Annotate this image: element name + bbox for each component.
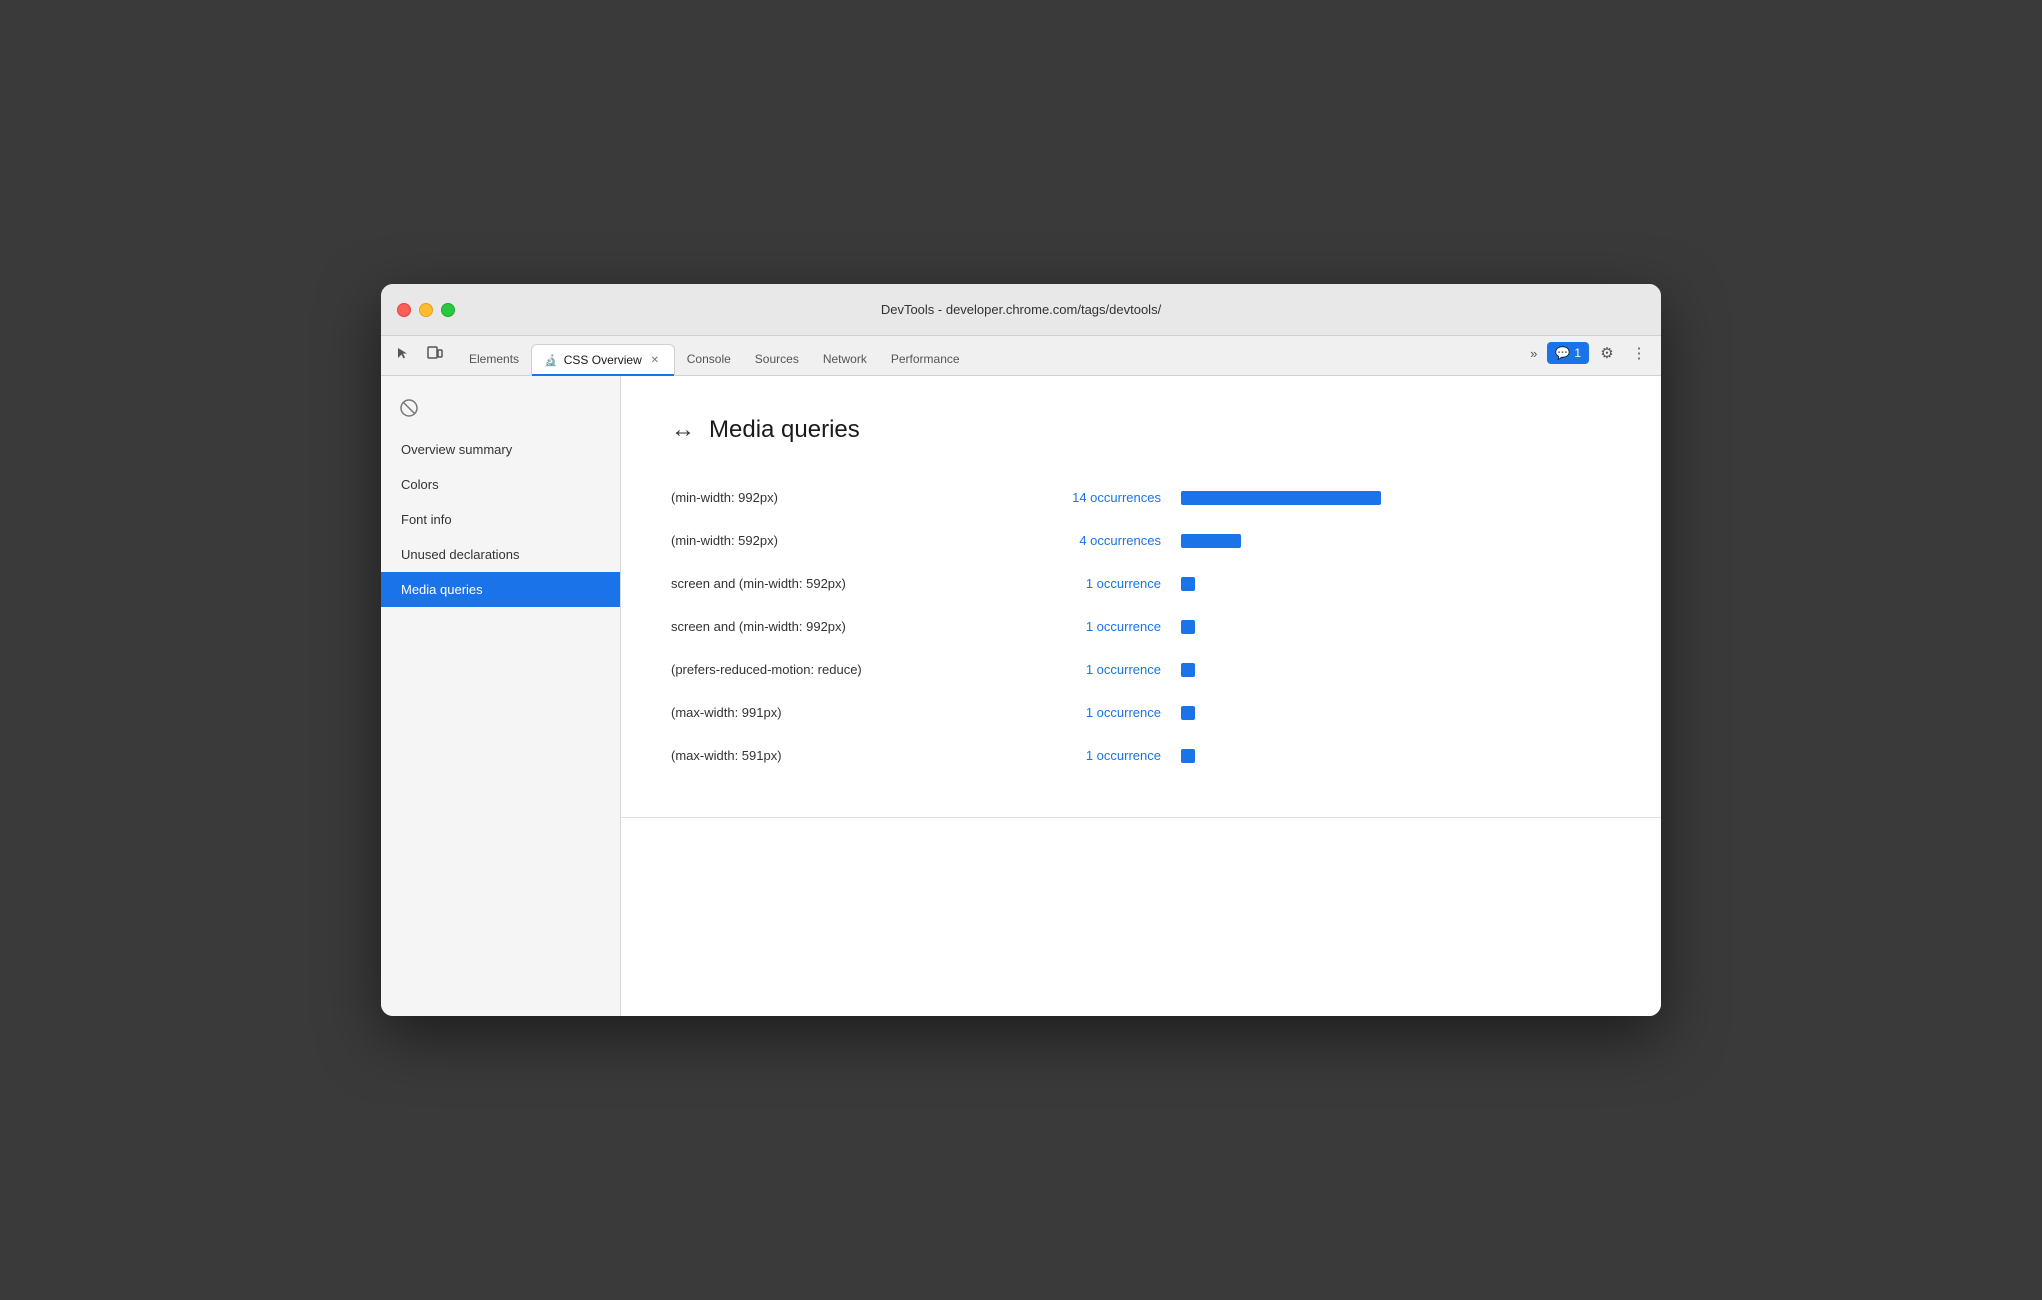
devtools-window: DevTools - developer.chrome.com/tags/dev… (381, 284, 1661, 1016)
query-occurrences[interactable]: 1 occurrence (1031, 662, 1161, 677)
tab-css-overview[interactable]: 🔬 CSS Overview ✕ (531, 344, 675, 376)
css-overview-icon: 🔬 (544, 354, 558, 367)
chat-icon: 💬 (1555, 346, 1570, 360)
query-bar-dot (1181, 620, 1195, 634)
query-bar (1181, 491, 1381, 505)
traffic-lights (397, 303, 455, 317)
toolbar-right: » 💬 1 ⚙ ⋮ (1524, 339, 1653, 375)
query-label: (prefers-reduced-motion: reduce) (671, 662, 1011, 677)
query-bar-container (1181, 491, 1611, 505)
content-inner: ↔ Media queries (min-width: 992px) 14 occ… (621, 376, 1661, 817)
query-label: screen and (min-width: 992px) (671, 619, 1011, 634)
device-toggle-icon[interactable] (421, 339, 449, 367)
maximize-button[interactable] (441, 303, 455, 317)
sidebar-item-font-info[interactable]: Font info (381, 502, 620, 537)
query-bar-dot (1181, 749, 1195, 763)
section-title: ↔ Media queries (671, 416, 1611, 444)
query-occurrences[interactable]: 1 occurrence (1031, 748, 1161, 763)
content-panel: ↔ Media queries (min-width: 992px) 14 occ… (621, 376, 1661, 1016)
tab-network[interactable]: Network (811, 343, 879, 375)
query-row: (max-width: 991px) 1 occurrence (671, 691, 1611, 734)
tab-performance[interactable]: Performance (879, 343, 972, 375)
main-content: Overview summary Colors Font info Unused… (381, 376, 1661, 1016)
query-bar (1181, 534, 1241, 548)
tab-console[interactable]: Console (675, 343, 743, 375)
sidebar: Overview summary Colors Font info Unused… (381, 376, 621, 1016)
query-row: (max-width: 591px) 1 occurrence (671, 734, 1611, 777)
sidebar-item-unused-declarations[interactable]: Unused declarations (381, 537, 620, 572)
more-menu-button[interactable]: ⋮ (1625, 339, 1653, 367)
query-row: (min-width: 592px) 4 occurrences (671, 519, 1611, 562)
close-button[interactable] (397, 303, 411, 317)
query-label: (max-width: 591px) (671, 748, 1011, 763)
query-row: (min-width: 992px) 14 occurrences (671, 476, 1611, 519)
query-row: screen and (min-width: 592px) 1 occurrenc… (671, 562, 1611, 605)
query-bar-container (1181, 749, 1611, 763)
sidebar-item-media-queries[interactable]: Media queries (381, 572, 620, 607)
sidebar-item-colors[interactable]: Colors (381, 467, 620, 502)
title-bar: DevTools - developer.chrome.com/tags/dev… (381, 284, 1661, 336)
query-bar-container (1181, 620, 1611, 634)
settings-button[interactable]: ⚙ (1593, 339, 1621, 367)
section-title-text: Media queries (709, 416, 860, 444)
query-label: (max-width: 991px) (671, 705, 1011, 720)
cursor-icon[interactable] (389, 339, 417, 367)
query-bar-dot (1181, 663, 1195, 677)
media-queries-icon: ↔ (671, 416, 695, 444)
query-bar-container (1181, 534, 1611, 548)
content-divider (621, 817, 1661, 818)
block-button[interactable] (393, 392, 425, 424)
notifications-button[interactable]: 💬 1 (1547, 342, 1589, 364)
query-row: (prefers-reduced-motion: reduce) 1 occurr… (671, 648, 1611, 691)
query-bar-container (1181, 577, 1611, 591)
tab-sources[interactable]: Sources (743, 343, 811, 375)
window-title: DevTools - developer.chrome.com/tags/dev… (881, 302, 1161, 317)
query-label: screen and (min-width: 592px) (671, 576, 1011, 591)
tab-close-button[interactable]: ✕ (648, 353, 662, 367)
tab-elements[interactable]: Elements (457, 343, 531, 375)
query-rows-container: (min-width: 992px)14 occurrences(min-wid… (671, 476, 1611, 777)
sidebar-item-overview-summary[interactable]: Overview summary (381, 432, 620, 467)
query-bar-dot (1181, 577, 1195, 591)
query-label: (min-width: 592px) (671, 533, 1011, 548)
query-occurrences[interactable]: 1 occurrence (1031, 619, 1161, 634)
query-bar-container (1181, 663, 1611, 677)
tab-bar: Elements 🔬 CSS Overview ✕ Console Source… (381, 336, 1661, 376)
toolbar-left (389, 339, 449, 375)
query-bar-dot (1181, 706, 1195, 720)
query-occurrences[interactable]: 1 occurrence (1031, 576, 1161, 591)
more-tabs-button[interactable]: » (1524, 342, 1543, 365)
minimize-button[interactable] (419, 303, 433, 317)
query-occurrences[interactable]: 14 occurrences (1031, 490, 1161, 505)
query-occurrences[interactable]: 1 occurrence (1031, 705, 1161, 720)
query-bar-container (1181, 706, 1611, 720)
query-occurrences[interactable]: 4 occurrences (1031, 533, 1161, 548)
query-label: (min-width: 992px) (671, 490, 1011, 505)
query-row: screen and (min-width: 992px) 1 occurrenc… (671, 605, 1611, 648)
